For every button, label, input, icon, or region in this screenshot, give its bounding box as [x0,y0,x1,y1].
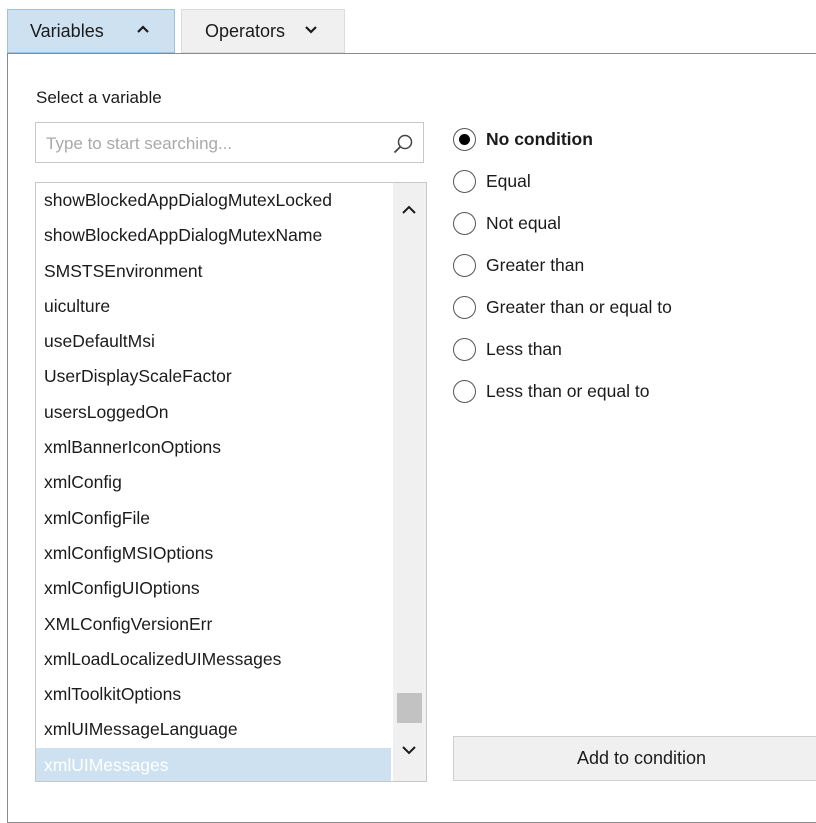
scroll-up-button[interactable] [393,195,426,225]
tab-operators[interactable]: Operators [181,9,345,53]
operator-option[interactable]: Greater than [453,250,584,280]
operator-label: Not equal [486,212,561,233]
select-variable-label: Select a variable [36,88,162,107]
radio-unchecked-icon[interactable] [453,295,476,319]
operator-label: Less than [486,338,562,359]
operator-label: Less than or equal to [486,380,650,401]
variable-list: showBlockedAppDialogMutexLocked showBlock… [35,182,427,782]
list-item[interactable]: showBlockedAppDialogMutexLocked [36,183,391,218]
scrollbar[interactable] [393,183,426,781]
variable-list-items: showBlockedAppDialogMutexLocked showBlock… [36,183,391,781]
radio-checked-icon[interactable] [453,127,476,151]
list-item[interactable]: xmlToolkitOptions [36,677,391,712]
tab-bar: Variables Operators [0,0,816,55]
list-item[interactable]: XMLConfigVersionErr [36,607,391,642]
operator-option[interactable]: Equal [453,166,531,196]
scroll-down-button[interactable] [393,735,426,765]
radio-unchecked-icon[interactable] [453,211,476,235]
list-item[interactable]: showBlockedAppDialogMutexName [36,218,391,253]
operator-option[interactable]: Greater than or equal to [453,292,672,322]
operator-label: Greater than or equal to [486,296,672,317]
list-item[interactable]: xmlBannerIconOptions [36,430,391,465]
tab-variables[interactable]: Variables [7,9,175,53]
search-icon[interactable] [392,133,414,155]
operator-option[interactable]: Less than [453,334,562,364]
chevron-up-icon [135,21,151,37]
list-item[interactable]: xmlUIMessageLanguage [36,712,391,747]
operator-option[interactable]: Not equal [453,208,561,238]
operator-label: Equal [486,170,531,191]
list-item[interactable]: uiculture [36,289,391,324]
radio-unchecked-icon[interactable] [453,169,476,193]
chevron-down-icon [303,21,319,37]
radio-unchecked-icon[interactable] [453,379,476,403]
list-item[interactable]: UserDisplayScaleFactor [36,359,391,394]
chevron-up-icon [402,205,416,214]
add-to-condition-button[interactable]: Add to condition [453,736,816,781]
operator-option[interactable]: No condition [453,124,593,154]
list-item[interactable]: usersLoggedOn [36,395,391,430]
tab-variables-label: Variables [30,20,104,41]
operator-option[interactable]: Less than or equal to [453,376,649,406]
search-box [35,122,424,164]
chevron-down-icon [402,746,416,755]
operator-label: No condition [486,128,593,149]
radio-unchecked-icon[interactable] [453,253,476,277]
list-item[interactable]: xmlConfigMSIOptions [36,536,391,571]
tab-operators-label: Operators [205,20,286,41]
list-item[interactable]: useDefaultMsi [36,324,391,359]
list-item[interactable]: xmlUIMessages [36,747,391,781]
radio-unchecked-icon[interactable] [453,337,476,361]
list-item[interactable]: SMSTSEnvironment [36,254,391,289]
list-item[interactable]: xmlConfig [36,465,391,500]
scroll-thumb[interactable] [397,693,422,723]
list-item[interactable]: xmlLoadLocalizedUIMessages [36,642,391,677]
operator-label: Greater than [486,254,585,275]
list-item[interactable]: xmlConfigFile [36,501,391,536]
list-item[interactable]: xmlConfigUIOptions [36,571,391,606]
search-input[interactable] [44,123,378,164]
